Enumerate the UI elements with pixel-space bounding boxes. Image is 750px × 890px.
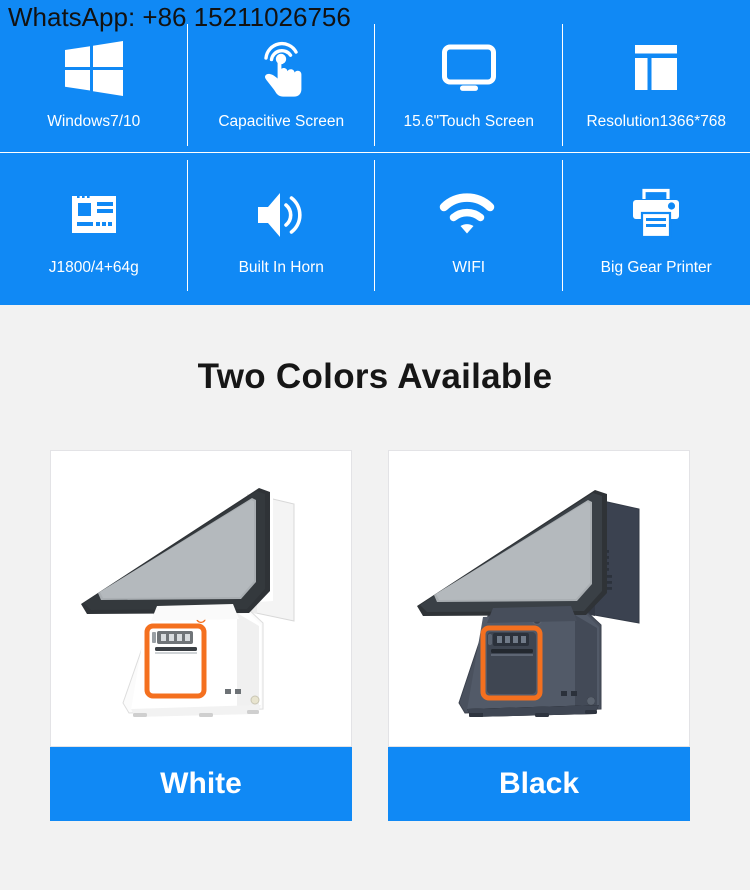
monitor-icon	[436, 38, 502, 100]
pos-terminal-white-illustration	[51, 451, 351, 746]
feature-cell-resolution: Resolution1366*768	[563, 0, 750, 152]
color-label-white: White	[50, 747, 352, 821]
feature-label: Windows7/10	[47, 112, 141, 130]
touch-hand-icon	[248, 38, 314, 100]
color-label-black: Black	[388, 747, 690, 821]
wifi-icon	[436, 184, 502, 246]
feature-label: J1800/4+64g	[48, 258, 139, 276]
feature-label: Resolution1366*768	[586, 112, 727, 130]
feature-label: Built In Horn	[238, 258, 324, 276]
color-card-black[interactable]: Black	[388, 450, 690, 821]
feature-cell-touch-screen-size: 15.6"Touch Screen	[375, 0, 563, 152]
feature-label: 15.6"Touch Screen	[403, 112, 534, 130]
feature-grid: Windows7/10 Capacitive Screen 15.6"Touch…	[0, 0, 750, 305]
color-cards-row: White Black	[50, 450, 700, 821]
windows-logo-icon	[63, 38, 125, 100]
feature-cell-processor: J1800/4+64g	[0, 152, 188, 305]
feature-label: Big Gear Printer	[600, 258, 712, 276]
whatsapp-contact-text: WhatsApp: +86 15211026756	[8, 2, 351, 32]
motherboard-icon	[61, 184, 127, 246]
section-title: Two Colors Available	[197, 357, 553, 396]
layout-grid-icon	[626, 38, 686, 100]
colors-section: Two Colors Available White Black	[0, 305, 750, 890]
speaker-icon	[249, 184, 313, 246]
grid-horizontal-divider	[0, 152, 750, 153]
color-card-white[interactable]: White	[50, 450, 352, 821]
printer-icon	[625, 184, 687, 246]
feature-cell-printer: Big Gear Printer	[563, 152, 750, 305]
pos-terminal-black-illustration	[389, 451, 689, 746]
feature-cell-wifi: WIFI	[375, 152, 563, 305]
product-image-white	[50, 450, 352, 747]
product-image-black	[388, 450, 690, 747]
feature-label: WIFI	[452, 258, 486, 276]
feature-cell-horn: Built In Horn	[188, 152, 376, 305]
feature-band: WhatsApp: +86 15211026756 Windows7/10 Ca…	[0, 0, 750, 305]
feature-label: Capacitive Screen	[218, 112, 345, 130]
